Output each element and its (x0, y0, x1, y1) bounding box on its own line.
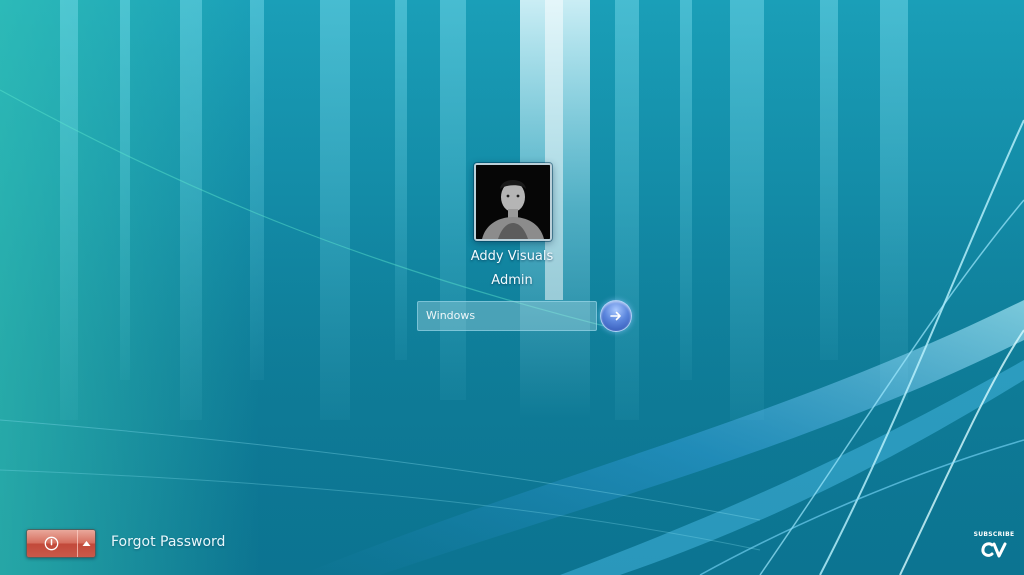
cv-logo-icon (981, 542, 1007, 558)
power-controls (26, 529, 96, 558)
user-photo (476, 165, 550, 239)
login-panel: Addy Visuals Admin (0, 0, 1024, 575)
channel-logo (981, 541, 1007, 563)
user-role: Admin (491, 273, 533, 288)
shutdown-button[interactable] (27, 530, 78, 557)
user-name: Addy Visuals (470, 249, 554, 264)
power-options-button[interactable] (78, 530, 95, 557)
subscribe-label: SUBSCRIBE (973, 531, 1015, 538)
power-icon (44, 536, 59, 551)
forgot-password-link[interactable]: Forgot Password (111, 534, 225, 550)
submit-button[interactable] (600, 300, 632, 332)
arrow-right-icon (610, 311, 621, 321)
password-input[interactable] (417, 301, 597, 331)
caret-up-icon (82, 541, 91, 546)
user-avatar[interactable] (474, 163, 552, 241)
